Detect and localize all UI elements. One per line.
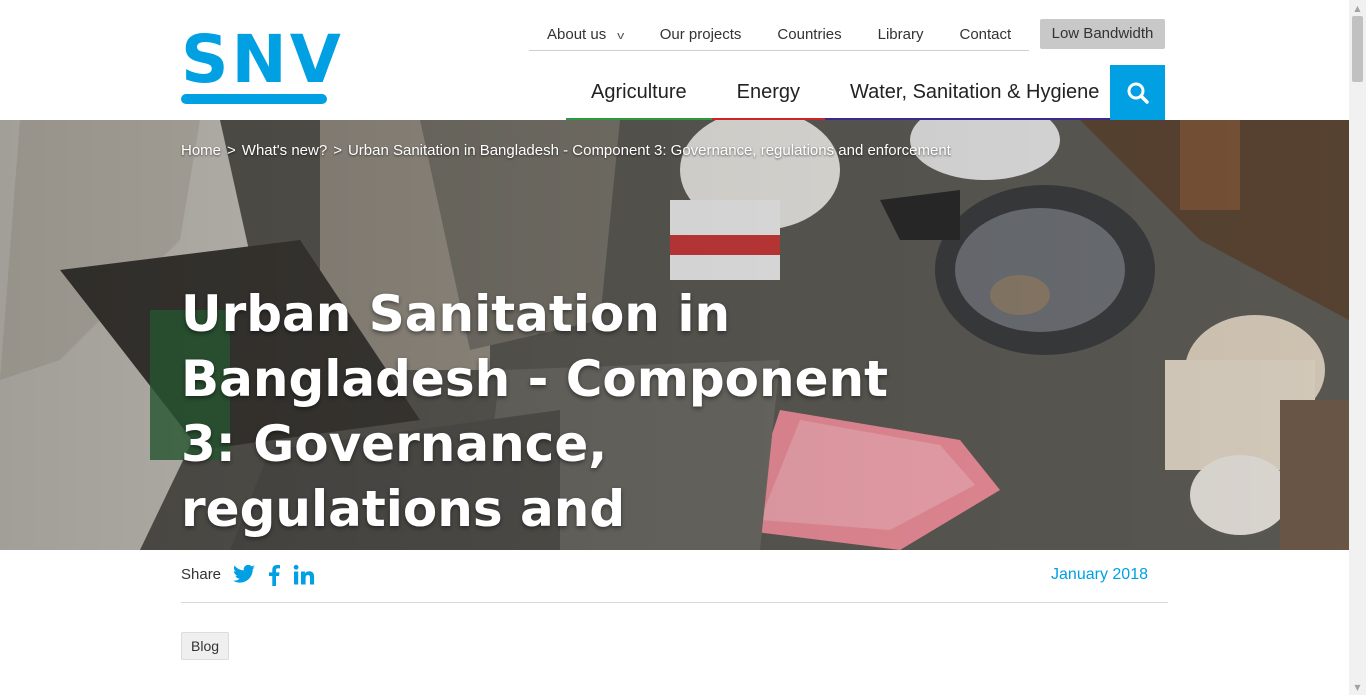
scroll-up-arrow-icon[interactable]: ▲ xyxy=(1349,0,1366,16)
top-nav: About us v Our projects Countries Library… xyxy=(529,20,1030,51)
breadcrumb-separator: > xyxy=(227,142,236,159)
main-nav-label: Energy xyxy=(736,81,800,103)
tag-blog[interactable]: Blog xyxy=(181,632,230,660)
chevron-down-icon: v xyxy=(617,30,625,42)
main-nav-item-wash[interactable]: Water, Sanitation & Hygiene xyxy=(824,66,1125,122)
scrollbar[interactable]: ▲ ▼ xyxy=(1349,0,1366,695)
main-nav-label: Agriculture xyxy=(591,81,687,103)
breadcrumb-home[interactable]: Home xyxy=(181,142,221,159)
scroll-down-arrow-icon[interactable]: ▼ xyxy=(1349,679,1366,695)
breadcrumb-separator: > xyxy=(333,142,342,159)
linkedin-icon[interactable] xyxy=(293,564,315,586)
breadcrumb-whats-new[interactable]: What's new? xyxy=(242,142,327,159)
facebook-icon[interactable] xyxy=(268,564,280,586)
main-nav: Agriculture Energy Water, Sanitation & H… xyxy=(566,66,1125,122)
top-nav-label: Library xyxy=(877,26,924,43)
top-nav-item-our-projects[interactable]: Our projects xyxy=(642,20,760,50)
top-nav-label: About us xyxy=(547,26,607,43)
twitter-icon[interactable] xyxy=(232,564,256,586)
scrollbar-thumb[interactable] xyxy=(1352,16,1363,82)
top-nav-label: Countries xyxy=(777,26,842,43)
share-label: Share xyxy=(181,566,222,583)
page-title: Urban Sanitation in Bangladesh - Compone… xyxy=(181,285,889,550)
top-nav-item-about-us[interactable]: About us v xyxy=(529,20,642,50)
breadcrumb-current: Urban Sanitation in Bangladesh - Compone… xyxy=(347,142,951,159)
search-button[interactable] xyxy=(1110,65,1165,120)
main-nav-item-energy[interactable]: Energy xyxy=(711,66,825,122)
hero-banner: Home > What's new? > Urban Sanitation in Ban… xyxy=(0,120,1349,550)
publish-date: January 2018 xyxy=(1051,566,1148,583)
snv-logo[interactable]: SNV xyxy=(181,21,341,104)
site-header: SNV About us v Our projects Countries Lib… xyxy=(0,0,1349,122)
top-nav-item-countries[interactable]: Countries xyxy=(759,20,859,50)
search-icon xyxy=(1127,82,1149,104)
low-bandwidth-button[interactable]: Low Bandwidth xyxy=(1040,19,1165,49)
top-nav-item-contact[interactable]: Contact xyxy=(941,20,1029,50)
main-nav-label: Water, Sanitation & Hygiene xyxy=(849,81,1100,103)
top-nav-label: Our projects xyxy=(659,26,742,43)
breadcrumb: Home > What's new? > Urban Sanitation in Ban… xyxy=(181,142,951,159)
logo-underline xyxy=(181,94,327,104)
top-nav-label: Contact xyxy=(959,26,1012,43)
main-nav-item-agriculture[interactable]: Agriculture xyxy=(566,66,712,122)
logo-text: SNV xyxy=(181,21,344,98)
share-bar: Share January 2018 xyxy=(181,550,1168,603)
top-nav-item-library[interactable]: Library xyxy=(860,20,942,50)
